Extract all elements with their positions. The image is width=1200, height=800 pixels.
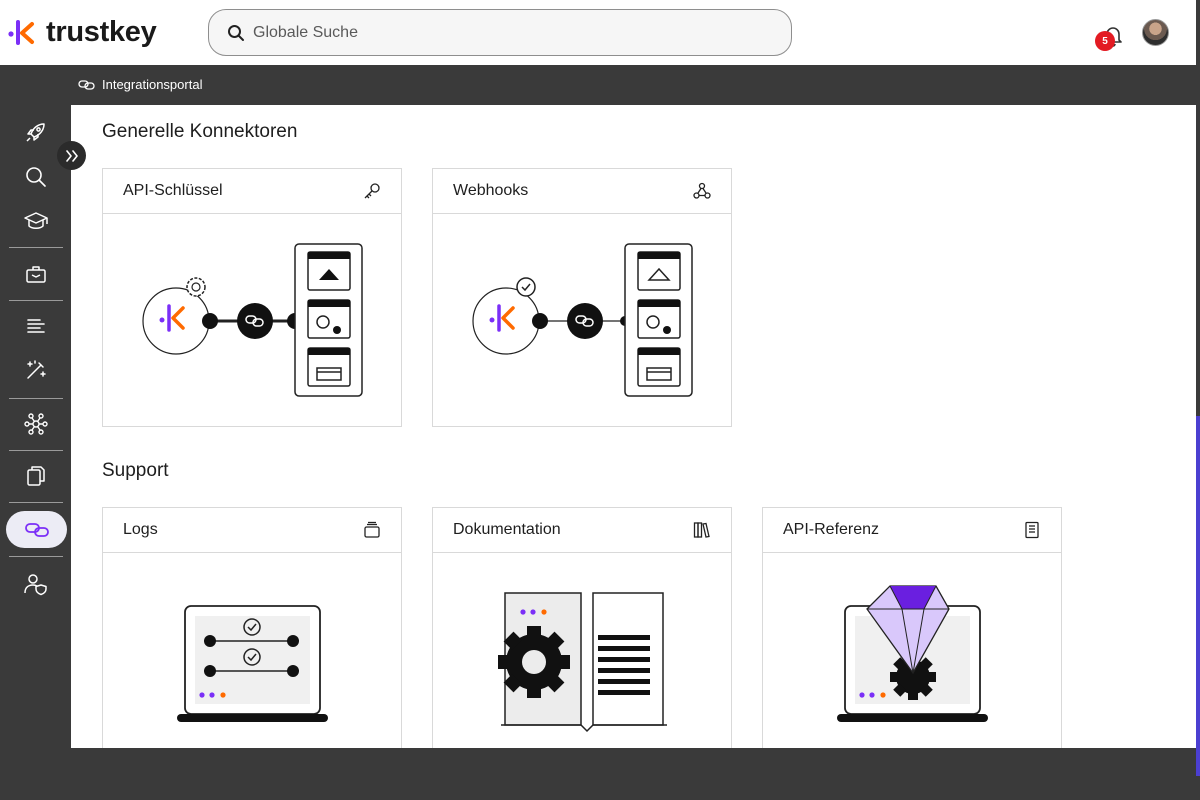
search-icon xyxy=(26,167,46,187)
breadcrumb: Integrationsportal xyxy=(78,77,202,92)
user-shield-icon xyxy=(24,574,47,596)
network-icon xyxy=(24,413,48,435)
card-logs[interactable]: Logs xyxy=(102,507,402,757)
magic-wand-icon xyxy=(27,360,46,379)
webhook-icon xyxy=(693,182,711,199)
sidebar-item-integrations[interactable] xyxy=(6,511,67,548)
chevrons-right-icon xyxy=(65,149,78,162)
sidebar-divider xyxy=(9,556,63,557)
breadcrumb-bar: Integrationsportal xyxy=(0,65,1196,105)
card-api-reference[interactable]: API-Referenz xyxy=(762,507,1062,757)
logo-mark-icon xyxy=(8,20,34,45)
sidebar-item-start[interactable] xyxy=(9,113,63,151)
card-title: API-Referenz xyxy=(783,521,880,538)
brand-name: trustkey xyxy=(46,15,157,48)
sidebar-item-tools[interactable] xyxy=(9,351,63,389)
card-api-keys[interactable]: API-Schlüssel xyxy=(102,168,402,427)
section-title-support: Support xyxy=(102,460,169,481)
card-title: Webhooks xyxy=(453,182,529,199)
link-icon xyxy=(78,79,95,90)
card-title: Logs xyxy=(123,521,158,538)
sidebar-item-search[interactable] xyxy=(9,158,63,196)
top-header: trustkey 5 xyxy=(0,0,1196,65)
sidebar-item-user-admin[interactable] xyxy=(9,565,63,603)
sidebar-divider xyxy=(9,398,63,399)
search-input[interactable] xyxy=(253,23,733,42)
sidebar-expand-button[interactable] xyxy=(57,141,86,170)
toolbox-icon xyxy=(26,266,46,283)
documents-icon xyxy=(27,466,45,486)
search-icon xyxy=(228,24,244,41)
sidebar-item-documents[interactable] xyxy=(9,457,63,495)
sidebar-item-toolbox[interactable] xyxy=(9,255,63,293)
bottom-bar xyxy=(0,748,1196,800)
documentation-illustration xyxy=(498,592,667,733)
graduation-cap-icon xyxy=(24,212,48,229)
book-icon xyxy=(1025,521,1039,539)
sidebar-item-network[interactable] xyxy=(9,405,63,443)
webhook-illustration xyxy=(472,243,693,397)
sidebar-item-learning[interactable] xyxy=(9,202,63,240)
api-key-illustration xyxy=(142,243,363,397)
card-title: API-Schlüssel xyxy=(123,182,223,199)
logs-illustration xyxy=(177,605,328,722)
sidebar-item-list[interactable] xyxy=(9,307,63,345)
card-documentation[interactable]: Dokumentation xyxy=(432,507,732,757)
user-avatar[interactable] xyxy=(1142,19,1169,46)
stack-icon xyxy=(364,521,380,538)
books-icon xyxy=(693,522,710,538)
scrollbar-thumb[interactable] xyxy=(1196,416,1200,776)
link-icon xyxy=(24,522,49,537)
card-webhooks[interactable]: Webhooks xyxy=(432,168,732,427)
list-icon xyxy=(27,319,45,333)
sidebar xyxy=(0,105,71,748)
breadcrumb-label[interactable]: Integrationsportal xyxy=(102,77,202,92)
notification-badge[interactable]: 5 xyxy=(1095,31,1115,51)
api-reference-illustration xyxy=(837,585,988,722)
global-search[interactable] xyxy=(208,9,792,56)
sidebar-divider xyxy=(9,247,63,248)
sidebar-divider xyxy=(9,450,63,451)
card-title: Dokumentation xyxy=(453,521,561,538)
rocket-icon xyxy=(26,123,45,142)
sidebar-divider xyxy=(9,300,63,301)
key-icon xyxy=(364,183,380,199)
trustkey-logo[interactable]: trustkey xyxy=(8,14,157,50)
section-title-connectors: Generelle Konnektoren xyxy=(102,121,298,142)
sidebar-divider xyxy=(9,502,63,503)
